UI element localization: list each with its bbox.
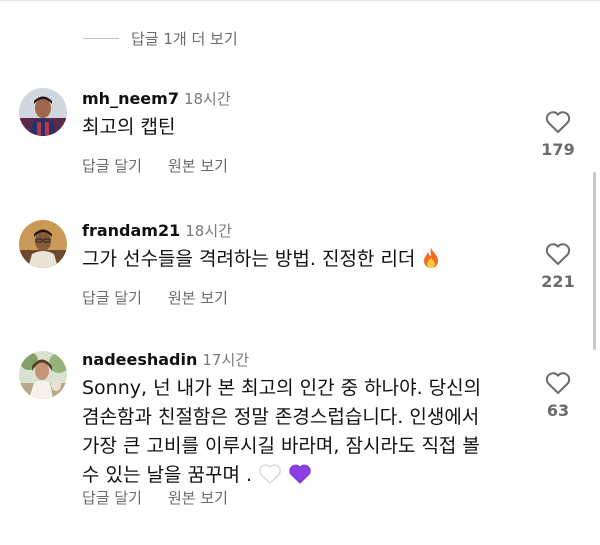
like-count: 63 [546, 401, 570, 420]
like-count: 221 [541, 272, 575, 291]
purple-heart-emoji-icon [289, 464, 311, 484]
heart-outline-icon[interactable] [545, 242, 571, 266]
see-original-button[interactable]: 원본 보기 [168, 155, 228, 176]
reply-button[interactable]: 답글 달기 [82, 155, 142, 176]
see-original-button[interactable]: 원본 보기 [168, 487, 228, 508]
heart-outline-icon[interactable] [545, 371, 571, 395]
like-count: 179 [541, 140, 575, 159]
avatar[interactable] [19, 220, 67, 268]
heart-outline-icon[interactable] [545, 110, 571, 134]
fire-emoji-icon [424, 248, 439, 268]
username[interactable]: frandam21 [82, 221, 180, 240]
comment-line: 겸손함과 친절함은 정말 존경스럽습니다. 인생에서 [82, 406, 480, 428]
top-divider [0, 0, 600, 1]
username[interactable]: mh_neem7 [82, 89, 179, 108]
view-more-replies[interactable]: 답글 1개 더 보기 [83, 26, 238, 50]
comment-text: 그가 선수들을 격려하는 방법. 진정한 리더 [82, 245, 512, 274]
reply-button[interactable]: 답글 달기 [82, 487, 142, 508]
timestamp: 18시간 [183, 90, 231, 108]
white-heart-emoji-icon [259, 464, 281, 484]
see-original-button[interactable]: 원본 보기 [168, 287, 228, 308]
comment-text: 최고의 캡틴 [82, 113, 512, 142]
timestamp: 17시간 [202, 351, 250, 369]
replies-line [83, 37, 119, 39]
scrollbar[interactable] [593, 172, 596, 350]
avatar[interactable] [19, 88, 67, 136]
comment-line: 그가 선수들을 격려하는 방법. 진정한 리더 [82, 248, 416, 270]
avatar[interactable] [19, 351, 67, 399]
comment-line: 가장 큰 고비를 이루시길 바라며, 잠시라도 직접 볼 [82, 435, 480, 457]
comment-line: 최고의 캡틴 [82, 116, 176, 138]
timestamp: 18시간 [185, 222, 232, 240]
reply-button[interactable]: 답글 달기 [82, 287, 142, 308]
comment-line-last: 수 있는 날을 꿈꾸며 . [82, 461, 512, 490]
like-group: 221 [535, 242, 581, 291]
username[interactable]: nadeeshadin [82, 350, 197, 369]
comment-text: Sonny, 넌 내가 본 최고의 인간 중 하나야. 당신의 겸손함과 친절함… [82, 374, 512, 490]
comment-line: Sonny, 넌 내가 본 최고의 인간 중 하나야. 당신의 [82, 377, 482, 399]
like-group: 179 [535, 110, 581, 159]
comment-line: 수 있는 날을 꿈꾸며 . [82, 464, 253, 486]
view-more-replies-label: 답글 1개 더 보기 [131, 29, 238, 48]
like-group: 63 [535, 371, 581, 420]
